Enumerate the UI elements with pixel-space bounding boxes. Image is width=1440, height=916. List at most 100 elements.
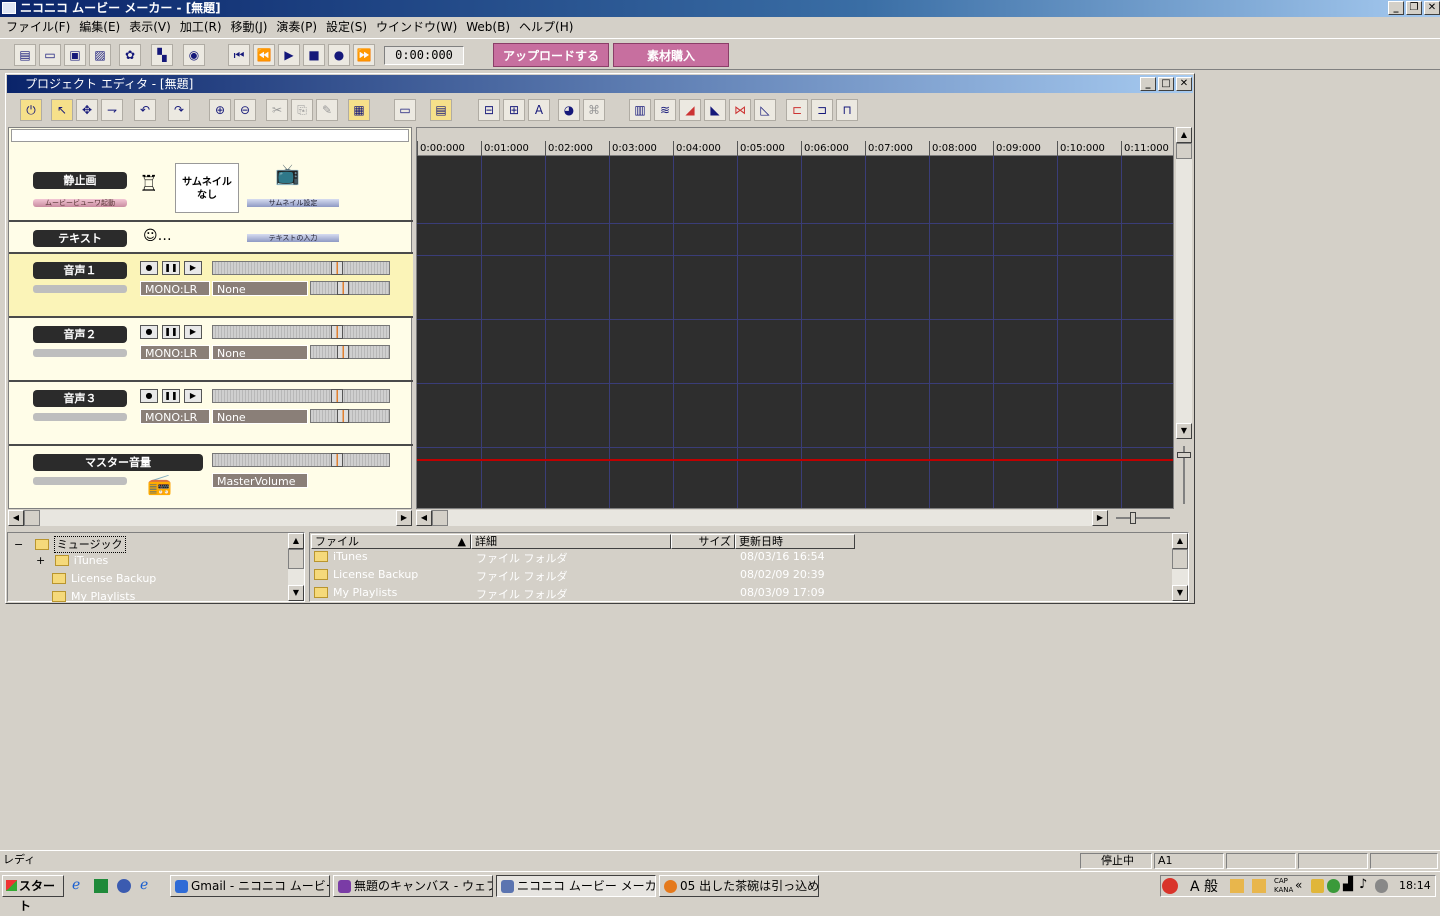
levels-icon[interactable]: ▥ xyxy=(629,99,651,121)
close-button[interactable]: ✕ xyxy=(1424,1,1440,15)
open-folder-icon[interactable]: ▭ xyxy=(39,44,61,66)
audio3-pan-slider[interactable] xyxy=(310,409,390,423)
rewind-icon[interactable]: ⏪ xyxy=(253,44,275,66)
vertical-zoom-slider[interactable] xyxy=(1176,442,1192,508)
movie-viewer-button[interactable]: ムービービューワ起動 xyxy=(33,199,127,207)
browser-icon[interactable]: ℯ xyxy=(140,877,148,893)
col-size-header[interactable]: サイズ xyxy=(671,534,735,549)
tray-expand-icon[interactable]: « xyxy=(1295,878,1302,892)
wave-icon[interactable]: ≋ xyxy=(654,99,676,121)
list-scroll-thumb[interactable] xyxy=(1172,549,1188,569)
excel-icon[interactable] xyxy=(94,879,108,893)
crossfade-icon[interactable]: ⋈ xyxy=(729,99,751,121)
go-start-icon[interactable]: ⏮ xyxy=(228,44,250,66)
grid-icon[interactable]: ▤ xyxy=(430,99,452,121)
audio3-volume-slider[interactable] xyxy=(212,389,390,403)
play-icon[interactable]: ▶ xyxy=(278,44,300,66)
audio3-play-icon[interactable]: ▶ xyxy=(184,389,202,403)
file-row[interactable]: My Playlists ファイル フォルダ 08/03/09 17:09 xyxy=(314,586,825,604)
audio2-pan-slider[interactable] xyxy=(310,345,390,359)
audio2-pause-icon[interactable]: ❚❚ xyxy=(162,325,180,339)
expand-icon[interactable]: + xyxy=(36,554,45,567)
editor-maximize-button[interactable]: □ xyxy=(1158,77,1174,91)
start-button[interactable]: スタート xyxy=(2,875,64,913)
vzoom-knob[interactable] xyxy=(1177,452,1191,458)
scroll-right-button[interactable]: ▶ xyxy=(396,510,412,526)
audio3-mode-field[interactable]: MONO:LR xyxy=(140,409,210,424)
network-icon[interactable]: ▟ xyxy=(1343,877,1353,892)
file-row[interactable]: iTunes ファイル フォルダ 08/03/16 16:54 xyxy=(314,550,825,568)
task-gmail[interactable]: Gmail - ニコニコ ムービー ... xyxy=(170,875,330,897)
volume-icon[interactable]: ♪ xyxy=(1359,877,1367,892)
hzoom-knob[interactable] xyxy=(1130,512,1136,524)
disc-icon[interactable]: ◕ xyxy=(558,99,580,121)
menu-window[interactable]: ウインドウ(W) xyxy=(374,18,464,35)
master-volume-slider[interactable] xyxy=(212,453,390,467)
undo-icon[interactable]: ↶ xyxy=(134,99,156,121)
shield-icon[interactable] xyxy=(1311,879,1324,893)
vscroll-up-button[interactable]: ▲ xyxy=(1176,127,1192,143)
ie-icon[interactable]: ℯ xyxy=(72,877,80,893)
join-icon[interactable]: ⊞ xyxy=(503,99,525,121)
audio2-pan-knob[interactable] xyxy=(337,345,349,359)
fast-forward-icon[interactable]: ⏩ xyxy=(353,44,375,66)
minimize-button[interactable]: _ xyxy=(1388,1,1404,15)
thumbnail-settings-button[interactable]: サムネイル設定 xyxy=(247,199,339,207)
editor-minimize-button[interactable]: _ xyxy=(1140,77,1156,91)
audio1-volume-knob[interactable] xyxy=(331,261,343,275)
select-arrow-icon[interactable]: ↖ xyxy=(51,99,73,121)
menu-web[interactable]: Web(B) xyxy=(464,20,517,34)
tree-root[interactable]: − ミュージック xyxy=(14,536,126,553)
file-list-vscroll[interactable]: ▲ ▼ xyxy=(1172,533,1188,601)
paste-icon[interactable]: ✎ xyxy=(316,99,338,121)
cut-icon[interactable]: ✂ xyxy=(266,99,288,121)
col-name-header[interactable]: ファイル ▲ xyxy=(311,534,471,549)
tray-app-icon[interactable] xyxy=(1375,879,1388,893)
menu-process[interactable]: 加工(R) xyxy=(178,18,229,35)
scroll-left-button[interactable]: ◀ xyxy=(8,510,24,526)
thumbnail-preview[interactable]: サムネイル なし xyxy=(175,163,239,213)
audio1-play-icon[interactable]: ▶ xyxy=(184,261,202,275)
audio3-pan-knob[interactable] xyxy=(337,409,349,423)
horizontal-zoom-slider[interactable] xyxy=(1112,510,1172,526)
menu-settings[interactable]: 設定(S) xyxy=(324,18,374,35)
col-date-header[interactable]: 更新日時 xyxy=(735,534,855,549)
effect-icon[interactable]: ⌘ xyxy=(583,99,605,121)
timeline-scroll-thumb[interactable] xyxy=(432,510,448,526)
track-header-hscroll[interactable]: ◀ ▶ xyxy=(8,510,412,526)
timeline-vscroll[interactable]: ▲ ▼ xyxy=(1176,127,1192,439)
audio1-volume-slider[interactable] xyxy=(212,261,390,275)
list-scroll-up-button[interactable]: ▲ xyxy=(1172,533,1188,549)
tree-item[interactable]: My Playlists xyxy=(52,590,135,603)
task-moviemaker[interactable]: ニコニコ ムービー メーカ... xyxy=(496,875,656,897)
menu-move[interactable]: 移動(J) xyxy=(229,18,275,35)
media-player-icon[interactable] xyxy=(117,879,131,893)
zoom-in-icon[interactable]: ⊕ xyxy=(209,99,231,121)
menu-file[interactable]: ファイル(F) xyxy=(4,18,77,35)
zoom-out-icon[interactable]: ⊖ xyxy=(234,99,256,121)
tree-item[interactable]: + iTunes xyxy=(36,554,108,567)
timeline-area[interactable]: 0:00:000 0:01:000 0:02:000 0:03:000 0:04… xyxy=(416,127,1174,509)
col-detail-header[interactable]: 詳細 xyxy=(471,534,671,549)
record-icon[interactable]: ● xyxy=(328,44,350,66)
audio1-effect-field[interactable]: None xyxy=(212,281,308,296)
audio1-record-icon[interactable]: ● xyxy=(140,261,158,275)
buy-assets-button[interactable]: 素材購入 xyxy=(613,43,729,67)
menu-play[interactable]: 演奏(P) xyxy=(274,18,324,35)
fade-in-icon[interactable]: ◢ xyxy=(679,99,701,121)
upload-button[interactable]: アップロードする xyxy=(493,43,609,67)
audio3-pause-icon[interactable]: ❚❚ xyxy=(162,389,180,403)
scroll-thumb[interactable] xyxy=(24,510,40,526)
audio2-volume-slider[interactable] xyxy=(212,325,390,339)
timeline-hscroll[interactable]: ◀ ▶ xyxy=(416,510,1108,526)
audio2-play-icon[interactable]: ▶ xyxy=(184,325,202,339)
audio1-mode-field[interactable]: MONO:LR xyxy=(140,281,210,296)
restore-button[interactable]: ❐ xyxy=(1406,1,1422,15)
vscroll-down-button[interactable]: ▼ xyxy=(1176,423,1192,439)
audio2-mode-field[interactable]: MONO:LR xyxy=(140,345,210,360)
stop-icon[interactable]: ■ xyxy=(303,44,325,66)
list-scroll-down-button[interactable]: ▼ xyxy=(1172,585,1188,601)
audio2-effect-field[interactable]: None xyxy=(212,345,308,360)
layout-icon[interactable]: ▚ xyxy=(151,44,173,66)
master-volume-knob[interactable] xyxy=(331,453,343,467)
